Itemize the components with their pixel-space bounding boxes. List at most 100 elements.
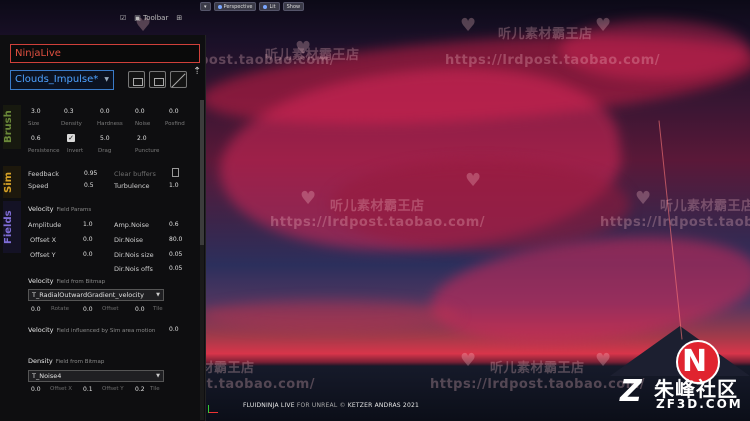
offset-x-value[interactable]: 0.0 — [83, 236, 93, 243]
mini-toolbar: ☑ ▣ Toolbar ⊞ — [120, 14, 182, 22]
fluidninja-panel: NinjaLive Clouds_Impulse* ▼ ⇡ Brush Sim … — [0, 35, 206, 421]
dir-noise-size-value[interactable]: 0.05 — [169, 251, 182, 258]
hardness-value[interactable]: 0.0 — [100, 108, 110, 115]
heart-icon: ♥ — [635, 188, 652, 209]
heart-icon: ♥ — [595, 350, 612, 371]
watermark-cn: 听儿素材霸王店 — [330, 199, 425, 214]
viewport-options-button[interactable]: ▾ — [200, 2, 211, 11]
feedback-label: Feedback — [28, 170, 59, 178]
logo-z-mark: Z — [620, 374, 642, 409]
amplitude-label: Amplitude — [28, 221, 62, 229]
turbulence-value[interactable]: 1.0 — [169, 182, 179, 189]
density-label: Density — [61, 121, 82, 127]
show-button[interactable]: Show — [282, 2, 305, 11]
density-offset-x-label: Offset X — [50, 386, 73, 392]
watermark-url: https://lrdpost.taobao.com/ — [445, 53, 661, 68]
zf3d-logo: N Z 朱峰社区 ZF3D.COM — [620, 340, 746, 412]
velocity-params-header: Velocity Field Params — [28, 205, 92, 213]
dir-noise-offs-value[interactable]: 0.05 — [169, 265, 182, 272]
invert-checkbox[interactable]: ✓ — [67, 134, 75, 142]
chevron-down-icon: ▾ — [204, 3, 207, 10]
density-tile-label: Tile — [150, 386, 160, 392]
density-offset-x-value[interactable]: 0.0 — [31, 386, 41, 393]
watermark-cn: 听儿素材霸王店 — [265, 48, 360, 63]
density-offset-y-value[interactable]: 0.1 — [83, 386, 93, 393]
save-preset-button[interactable] — [128, 71, 145, 88]
tab-sim[interactable]: Sim — [3, 166, 21, 198]
credit-text: FLUIDNINJA LIVE FOR UNREAL © KETZER ANDR… — [243, 402, 419, 409]
feedback-value[interactable]: 0.95 — [84, 170, 97, 177]
puncture-label: Puncture — [135, 148, 160, 154]
heart-icon: ♥ — [595, 15, 612, 36]
preset-select[interactable]: Clouds_Impulse* ▼ — [10, 70, 114, 90]
offset-x-label: Offset X — [30, 236, 57, 244]
density-bitmap-header: Density Field from Bitmap — [28, 357, 105, 365]
density-value[interactable]: 0.3 — [64, 108, 74, 115]
heart-icon: ♥ — [465, 170, 482, 191]
velocity-bitmap-header: Velocity Field from Bitmap — [28, 277, 106, 285]
tab-fields[interactable]: Fields — [3, 201, 21, 253]
heart-icon: ♥ — [300, 188, 317, 209]
amplitude-value[interactable]: 1.0 — [83, 221, 93, 228]
panel-scrollbar-thumb[interactable] — [200, 100, 204, 245]
drag-value[interactable]: 5.0 — [100, 135, 110, 142]
offset-value[interactable]: 0.0 — [83, 306, 93, 313]
cloud-layer — [200, 300, 460, 330]
velocity-sim-value[interactable]: 0.0 — [169, 326, 179, 333]
persistence-value[interactable]: 0.6 — [31, 135, 41, 142]
logo-url-text: ZF3D.COM — [656, 397, 743, 411]
viewport-toolbar: ▾ Perspective Lit Show — [200, 2, 305, 11]
rotate-label: Rotate — [51, 306, 70, 312]
dir-noise-label: Dir.Noise — [114, 236, 143, 244]
watermark-url: https://lrdpost.taobao.com/ — [270, 215, 486, 230]
speed-value[interactable]: 0.5 — [84, 182, 94, 189]
persistence-label: Persistence — [28, 148, 60, 154]
puncture-value[interactable]: 2.0 — [137, 135, 147, 142]
watermark-url: https://lrdpost.taobao.com/ — [600, 215, 750, 230]
heart-icon: ♥ — [460, 350, 477, 371]
toolbar-toggle[interactable]: ▣ Toolbar — [134, 14, 168, 22]
tile-value[interactable]: 0.0 — [135, 306, 145, 313]
axis-gizmo-icon — [206, 405, 220, 415]
chevron-down-icon: ▼ — [156, 292, 160, 298]
velocity-texture-select[interactable]: T_RadialOutwardGradient_velocity ▼ — [28, 289, 164, 301]
rotate-value[interactable]: 0.0 — [31, 306, 41, 313]
lit-icon — [263, 4, 268, 9]
preset-name-field[interactable]: NinjaLive — [10, 44, 200, 63]
clear-preset-button[interactable] — [170, 71, 187, 88]
chevron-down-icon: ▼ — [104, 76, 109, 83]
noise-value[interactable]: 0.0 — [135, 108, 145, 115]
collapse-arrow-icon[interactable]: ⇡ — [193, 66, 201, 77]
camera-icon — [217, 4, 222, 9]
checkbox-icon[interactable]: ☑ — [120, 14, 126, 22]
density-texture-select[interactable]: T_Noise4 ▼ — [28, 370, 164, 382]
posfind-value[interactable]: 0.0 — [169, 108, 179, 115]
file-icon[interactable] — [172, 168, 179, 177]
offset-label: Offset — [102, 306, 119, 312]
chevron-down-icon: ▼ — [156, 373, 160, 379]
offset-y-label: Offset Y — [30, 251, 56, 259]
clear-buffers-button[interactable]: Clear buffers — [114, 170, 156, 178]
hardness-label: Hardness — [97, 121, 123, 127]
perspective-button[interactable]: Perspective — [213, 2, 257, 11]
amp-noise-value[interactable]: 0.6 — [169, 221, 179, 228]
size-label: Size — [28, 121, 40, 127]
save-as-preset-button[interactable] — [149, 71, 166, 88]
density-offset-y-label: Offset Y — [102, 386, 124, 392]
tab-brush[interactable]: Brush — [3, 105, 21, 149]
size-value[interactable]: 3.0 — [31, 108, 41, 115]
density-tile-value[interactable]: 0.2 — [135, 386, 145, 393]
dir-noise-value[interactable]: 80.0 — [169, 236, 182, 243]
invert-label: Invert — [67, 148, 84, 154]
lit-button[interactable]: Lit — [259, 2, 280, 11]
drag-label: Drag — [98, 148, 112, 154]
grid-icon[interactable]: ⊞ — [176, 14, 182, 22]
heart-icon: ♥ — [460, 15, 477, 36]
watermark-cn: 听儿素材霸王店 — [498, 27, 593, 42]
watermark-cn: 听儿素材霸王店 — [490, 361, 585, 376]
watermark-url: https://lrdpost.taobao.com/ — [430, 377, 646, 392]
offset-y-value[interactable]: 0.0 — [83, 251, 93, 258]
velocity-sim-header: Velocity Field influenced by Sim area mot… — [28, 326, 156, 334]
heart-icon: ♥ — [295, 38, 312, 59]
watermark-cn: 听儿素材霸王店 — [660, 199, 750, 214]
